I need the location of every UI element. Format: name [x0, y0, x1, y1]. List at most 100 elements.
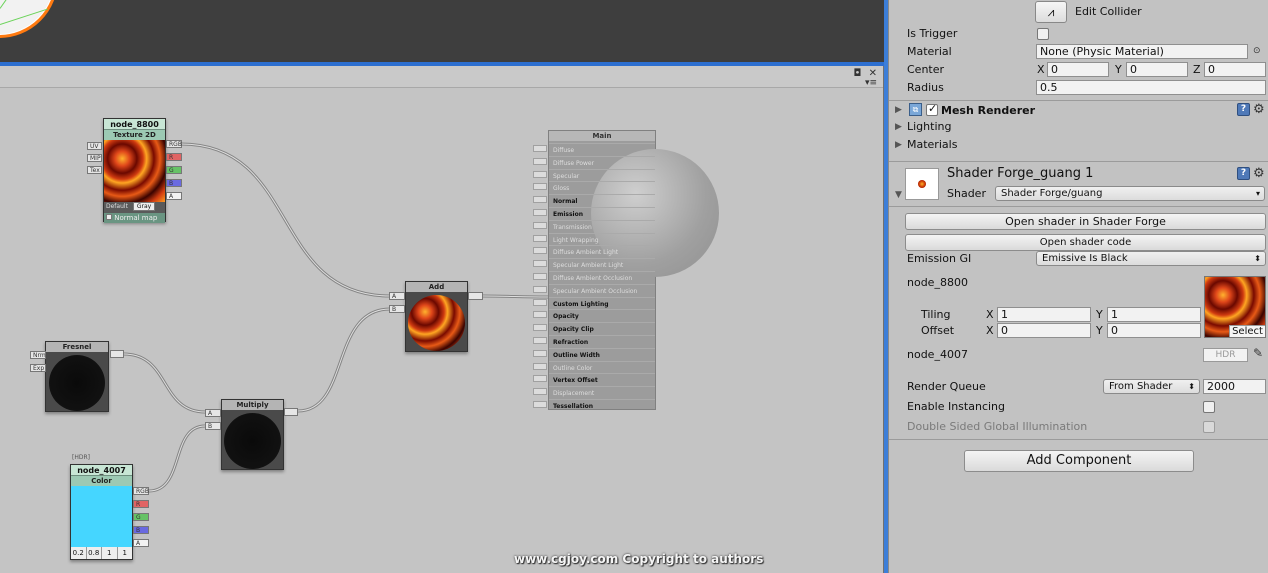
- main-input-socket[interactable]: [533, 311, 547, 319]
- help-icon[interactable]: ?: [1237, 103, 1250, 116]
- is-trigger-checkbox[interactable]: [1037, 28, 1049, 40]
- shader-dropdown[interactable]: Shader Forge/guang ▾: [995, 186, 1265, 201]
- main-input-row[interactable]: Emission: [549, 207, 655, 220]
- color-b-value[interactable]: 1: [102, 547, 118, 559]
- mesh-renderer-enabled-checkbox[interactable]: ✓: [926, 102, 938, 116]
- output-port[interactable]: [468, 292, 483, 300]
- foldout-arrow-icon[interactable]: ▶: [895, 105, 902, 115]
- texture-slot[interactable]: Select: [1204, 276, 1266, 338]
- main-input-row[interactable]: Diffuse: [549, 143, 655, 156]
- output-port-a[interactable]: A: [133, 539, 149, 547]
- main-input-socket[interactable]: [533, 209, 547, 216]
- main-input-socket[interactable]: [533, 273, 547, 280]
- main-input-row[interactable]: Specular Ambient Light: [549, 258, 655, 271]
- input-port-uv[interactable]: UV: [87, 142, 102, 150]
- add-component-button[interactable]: Add Component: [964, 450, 1194, 472]
- main-input-row[interactable]: Normal: [549, 194, 655, 207]
- edit-collider-button[interactable]: ⩘: [1035, 1, 1067, 23]
- eyedropper-icon[interactable]: ✎: [1253, 346, 1263, 360]
- main-input-row[interactable]: Transmission: [549, 219, 655, 233]
- emission-gi-dropdown[interactable]: Emissive Is Black ⬍: [1036, 251, 1266, 266]
- main-input-socket[interactable]: [533, 298, 547, 306]
- add-node[interactable]: Add: [405, 281, 468, 352]
- foldout-arrow-icon[interactable]: ▶: [895, 122, 902, 132]
- main-input-socket[interactable]: [533, 285, 547, 293]
- main-input-socket[interactable]: [533, 349, 547, 357]
- main-input-socket[interactable]: [533, 375, 547, 383]
- output-port-rgb[interactable]: RGB: [133, 487, 149, 495]
- input-port-exp[interactable]: Exp: [30, 364, 46, 372]
- output-port[interactable]: [284, 408, 298, 416]
- radius-field[interactable]: 0.5: [1036, 80, 1266, 95]
- default-dropdown[interactable]: Gray: [132, 202, 156, 211]
- open-shader-forge-button[interactable]: Open shader in Shader Forge: [905, 213, 1266, 230]
- main-input-row[interactable]: Opacity Clip: [549, 322, 655, 335]
- scene-view[interactable]: [0, 0, 886, 62]
- output-port-b[interactable]: B: [166, 179, 182, 187]
- output-port-a[interactable]: A: [166, 192, 182, 200]
- main-input-row[interactable]: Displacement: [549, 386, 655, 399]
- main-node[interactable]: Main Diffuse Diffuse Power Specular Gloss No…: [548, 130, 719, 412]
- output-port-r[interactable]: R: [166, 153, 182, 161]
- color-swatch[interactable]: [71, 486, 132, 547]
- color-node[interactable]: node_4007 Color 0.2 0.8 1 1: [70, 464, 133, 560]
- help-icon[interactable]: ?: [1237, 167, 1250, 180]
- main-input-row[interactable]: Gloss: [549, 181, 655, 194]
- enable-instancing-checkbox[interactable]: [1203, 401, 1215, 413]
- multiply-node[interactable]: Multiply: [221, 399, 284, 470]
- main-input-socket[interactable]: [533, 221, 547, 229]
- select-texture-button[interactable]: Select: [1229, 325, 1265, 337]
- main-input-row[interactable]: Diffuse Ambient Light: [549, 245, 655, 258]
- render-queue-field[interactable]: 2000: [1203, 379, 1266, 394]
- fresnel-node[interactable]: Fresnel: [45, 341, 109, 412]
- input-port-a[interactable]: A: [205, 409, 221, 417]
- output-port[interactable]: [110, 350, 124, 358]
- input-port-tex[interactable]: Tex: [87, 166, 102, 174]
- main-input-socket[interactable]: [533, 337, 547, 344]
- main-input-row[interactable]: Refraction: [549, 335, 655, 348]
- texture2d-node[interactable]: node_8800 Texture 2D Default Gray Normal…: [103, 118, 166, 223]
- center-y-field[interactable]: 0: [1126, 62, 1188, 77]
- foldout-arrow-icon[interactable]: ▶: [895, 140, 902, 150]
- color-r-value[interactable]: 0.2: [71, 547, 87, 559]
- input-port-nrm[interactable]: Nrm: [30, 351, 46, 359]
- input-port-a[interactable]: A: [389, 292, 405, 300]
- lighting-foldout[interactable]: Lighting: [907, 119, 951, 135]
- main-input-row[interactable]: Outline Width: [549, 347, 655, 361]
- main-input-socket[interactable]: [533, 260, 547, 268]
- offset-x-field[interactable]: 0: [997, 323, 1091, 338]
- main-input-row[interactable]: Specular: [549, 168, 655, 182]
- foldout-arrow-icon[interactable]: ▼: [895, 190, 902, 200]
- gear-icon[interactable]: ⚙: [1253, 167, 1265, 180]
- main-input-socket[interactable]: [533, 145, 547, 152]
- main-input-socket[interactable]: [533, 401, 547, 408]
- hdr-color-field[interactable]: HDR: [1203, 348, 1248, 362]
- output-port-g[interactable]: G: [133, 513, 149, 521]
- main-input-row[interactable]: Specular Ambient Occlusion: [549, 283, 655, 297]
- input-port-b[interactable]: B: [389, 305, 405, 313]
- input-port-mip[interactable]: MIP: [87, 154, 102, 162]
- main-input-socket[interactable]: [533, 157, 547, 165]
- center-x-field[interactable]: 0: [1047, 62, 1109, 77]
- main-input-row[interactable]: Outline Color: [549, 360, 655, 374]
- main-input-row[interactable]: Custom Lighting: [549, 296, 655, 310]
- main-input-socket[interactable]: [533, 362, 547, 370]
- color-g-value[interactable]: 0.8: [87, 547, 102, 559]
- main-input-row[interactable]: Diffuse Power: [549, 155, 655, 169]
- input-port-b[interactable]: B: [205, 422, 221, 430]
- main-input-socket[interactable]: [533, 388, 547, 396]
- main-input-row[interactable]: Light Wrapping: [549, 232, 655, 246]
- object-picker-icon[interactable]: ⊙: [1253, 46, 1261, 56]
- materials-foldout[interactable]: Materials: [907, 137, 957, 153]
- output-port-rgb[interactable]: RGB: [166, 140, 182, 148]
- output-port-r[interactable]: R: [133, 500, 149, 508]
- main-input-row[interactable]: Vertex Offset: [549, 373, 655, 386]
- main-input-socket[interactable]: [533, 196, 547, 204]
- color-a-value[interactable]: 1: [118, 547, 133, 559]
- gear-icon[interactable]: ⚙: [1253, 103, 1265, 116]
- main-input-socket[interactable]: [533, 234, 547, 242]
- shader-forge-canvas[interactable]: ◘ ✕ ▾≡ node_8800 Texture 2D Default Gray: [0, 66, 884, 573]
- render-queue-dropdown[interactable]: From Shader ⬍: [1103, 379, 1200, 394]
- main-input-row[interactable]: Tessellation: [549, 399, 655, 412]
- open-shader-code-button[interactable]: Open shader code: [905, 234, 1266, 251]
